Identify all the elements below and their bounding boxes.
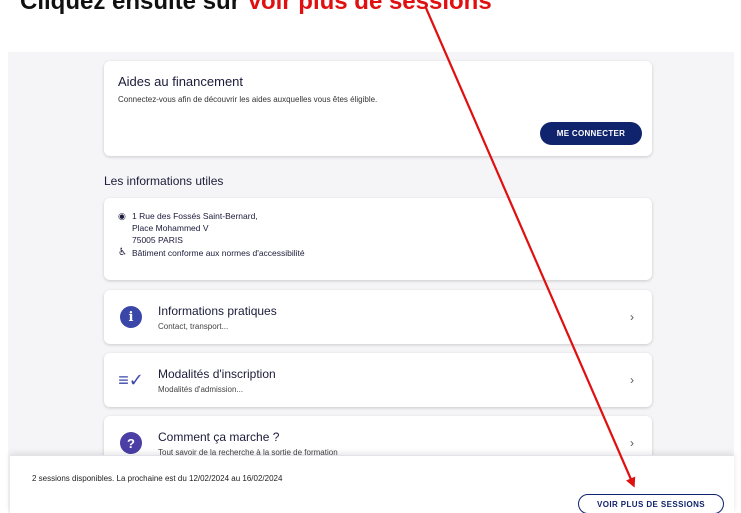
registration-title: Modalités d'inscription bbox=[158, 366, 276, 381]
connect-button[interactable]: ME CONNECTER bbox=[540, 122, 642, 145]
accessibility-icon: ♿ bbox=[118, 247, 127, 258]
chevron-right-icon: › bbox=[630, 310, 634, 324]
instruction-caption: Cliquez ensuite sur Voir plus de session… bbox=[20, 0, 492, 24]
practical-info-title: Informations pratiques bbox=[158, 303, 277, 318]
registration-subtitle: Modalités d'admission... bbox=[158, 384, 244, 394]
accessibility-text: Bâtiment conforme aux normes d'accessibi… bbox=[132, 248, 305, 258]
chevron-right-icon: › bbox=[630, 436, 634, 450]
address-line: 1 Rue des Fossés Saint-Bernard, bbox=[132, 211, 258, 221]
section-title-useful-info: Les informations utiles bbox=[104, 174, 224, 188]
practical-info-card[interactable]: i Informations pratiques Contact, transp… bbox=[104, 290, 652, 344]
instruction-highlight: Voir plus de sessions bbox=[246, 0, 492, 15]
funding-description: Connectez-vous afin de découvrir les aid… bbox=[118, 95, 378, 104]
funding-card: Aides au financement Connectez-vous afin… bbox=[104, 61, 652, 156]
chevron-right-icon: › bbox=[630, 373, 634, 387]
more-sessions-button[interactable]: VOIR PLUS DE SESSIONS bbox=[578, 494, 724, 513]
sessions-bar: 2 sessions disponibles. La prochaine est… bbox=[10, 455, 734, 513]
how-it-works-title: Comment ça marche ? bbox=[158, 429, 280, 444]
address-line: 75005 PARIS bbox=[132, 235, 183, 245]
funding-title: Aides au financement bbox=[118, 74, 244, 89]
address-line: Place Mohammed V bbox=[132, 223, 209, 233]
location-pin-icon: ◉ bbox=[118, 211, 126, 221]
address-card: ◉ 1 Rue des Fossés Saint-Bernard, Place … bbox=[104, 198, 652, 280]
info-icon: i bbox=[120, 306, 142, 328]
address-lines: 1 Rue des Fossés Saint-Bernard, Place Mo… bbox=[132, 210, 258, 246]
sessions-availability-text: 2 sessions disponibles. La prochaine est… bbox=[32, 474, 283, 483]
question-icon: ? bbox=[120, 432, 142, 454]
instruction-prefix: Cliquez ensuite sur bbox=[20, 0, 247, 15]
checklist-icon: ≡✓ bbox=[118, 369, 144, 390]
registration-card[interactable]: ≡✓ Modalités d'inscription Modalités d'a… bbox=[104, 353, 652, 407]
practical-info-subtitle: Contact, transport... bbox=[158, 321, 229, 331]
